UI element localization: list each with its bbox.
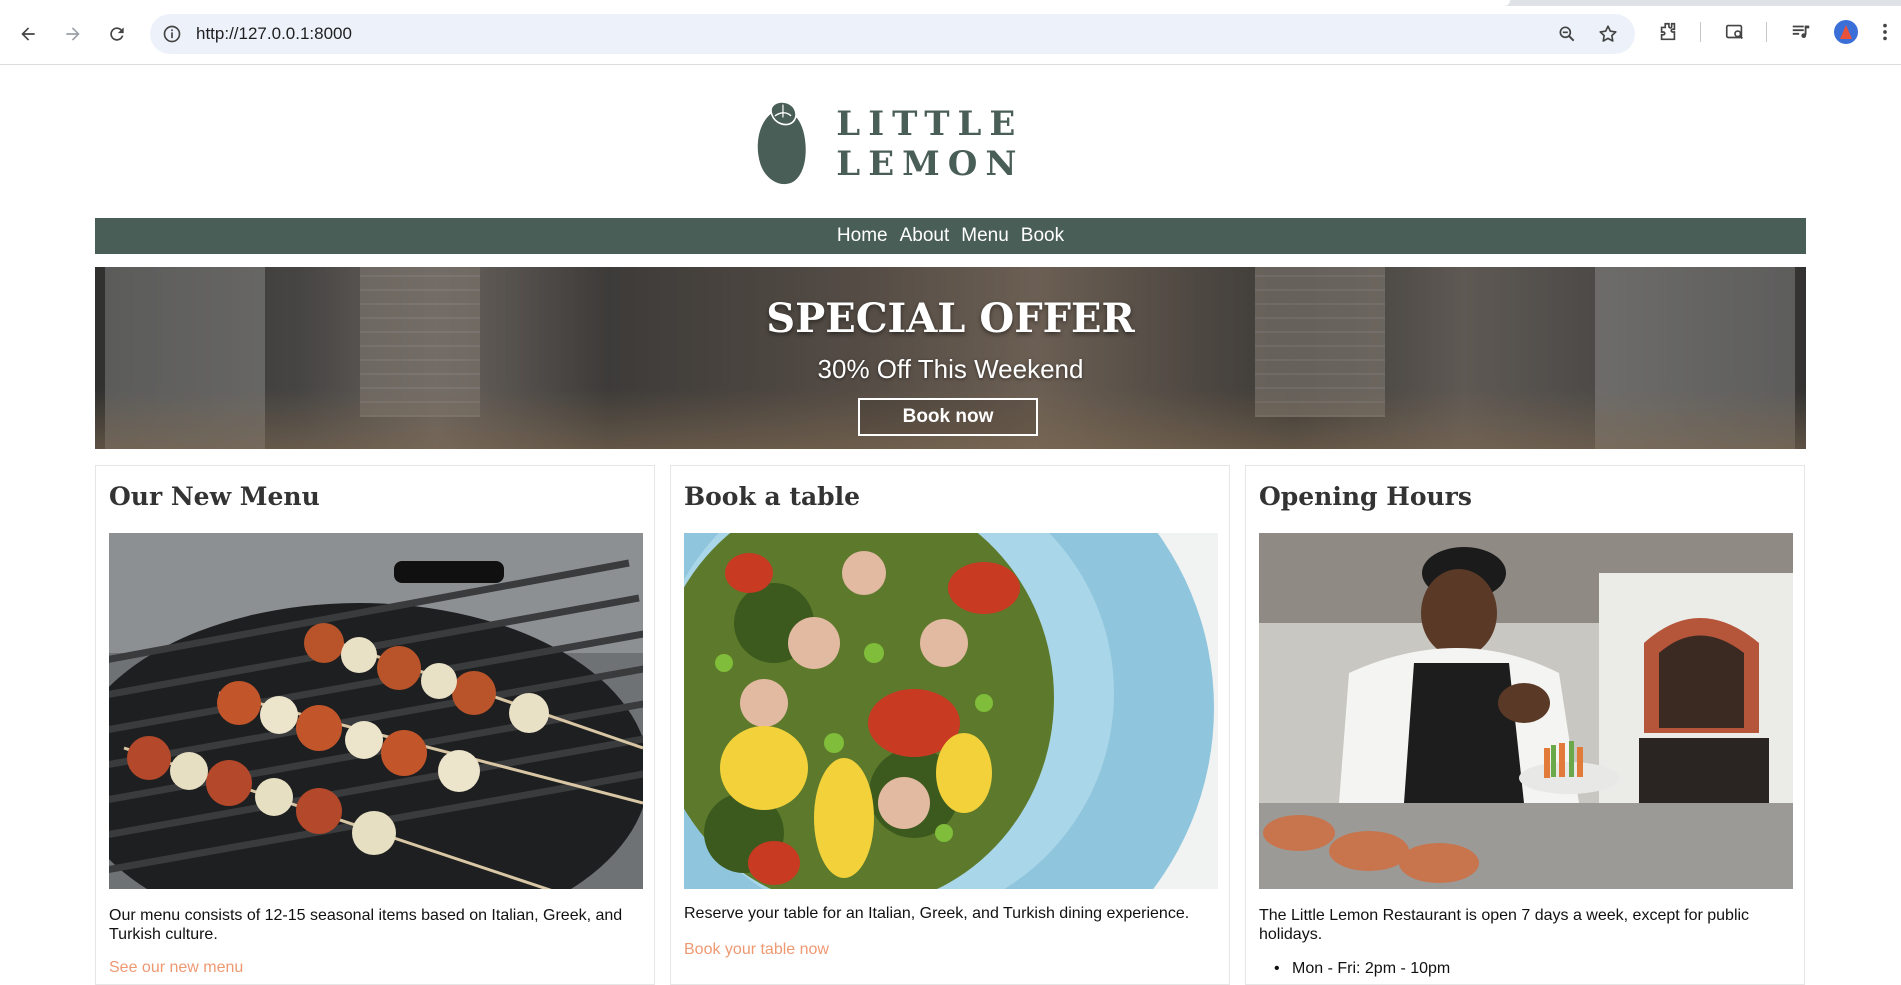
nav-book[interactable]: Book — [1021, 225, 1064, 247]
site-info-icon[interactable] — [162, 24, 182, 44]
card-description: Our menu consists of 12-15 seasonal item… — [109, 907, 623, 943]
web-page: LITTLE LEMON Home About Menu Book SPECIA… — [0, 65, 1901, 985]
lemon-logo-icon — [757, 101, 806, 185]
card-description: The Little Lemon Restaurant is open 7 da… — [1259, 907, 1750, 943]
url-text[interactable]: http://127.0.0.1:8000 — [196, 24, 352, 44]
card-description: Reserve your table for an Italian, Greek… — [684, 905, 1190, 922]
menu-button[interactable] — [1872, 19, 1898, 45]
forward-arrow-icon — [66, 27, 80, 41]
hours-item: Mon - Fri: 2pm - 10pm — [1274, 960, 1450, 978]
card-title: Opening Hours — [1259, 482, 1472, 511]
card-book-table: Book a table Reserve your table for an I… — [670, 465, 1230, 985]
nav-home[interactable]: Home — [837, 225, 888, 247]
nav-menu[interactable]: Menu — [961, 225, 1009, 247]
back-button[interactable] — [12, 18, 44, 50]
kebab-grill-image — [109, 533, 643, 889]
profile-button[interactable] — [1833, 19, 1859, 45]
puzzle-icon — [1660, 22, 1676, 41]
see-menu-link[interactable]: See our new menu — [109, 959, 243, 977]
extensions-button[interactable] — [1655, 19, 1681, 45]
special-offer-banner: SPECIAL OFFER 30% Off This Weekend Book … — [95, 267, 1806, 449]
bookmark-star-icon[interactable] — [1597, 23, 1619, 45]
tab-search-button[interactable] — [1722, 19, 1748, 45]
toolbar-divider — [1766, 22, 1767, 42]
book-table-link[interactable]: Book your table now — [684, 941, 829, 959]
kebab-menu-icon — [1883, 23, 1887, 41]
browser-toolbar: http://127.0.0.1:8000 — [0, 0, 1901, 65]
chef-kitchen-image — [1259, 533, 1793, 889]
toolbar-divider — [1700, 22, 1701, 42]
reload-icon — [110, 27, 124, 41]
main-navigation: Home About Menu Book — [95, 218, 1806, 254]
site-logo[interactable]: LITTLE LEMON — [754, 89, 1154, 199]
card-title: Book a table — [684, 482, 861, 511]
address-bar[interactable]: http://127.0.0.1:8000 — [150, 14, 1635, 54]
queue-music-icon — [1792, 25, 1810, 39]
chef-photo — [1259, 533, 1793, 889]
active-tab[interactable] — [0, 0, 1510, 6]
card-opening-hours: Opening Hours The Little Lemon Restauran… — [1245, 465, 1805, 985]
tab-search-icon — [1725, 24, 1743, 40]
kebab-photo — [109, 533, 643, 889]
profile-avatar-icon — [1834, 20, 1858, 44]
banner-subtitle: 30% Off This Weekend — [817, 354, 1084, 384]
card-new-menu: Our New Menu Our menu consists of 12-15 … — [95, 465, 655, 985]
salad-plate-image — [684, 533, 1218, 889]
back-arrow-icon — [21, 27, 35, 41]
book-now-button[interactable]: Book now — [858, 398, 1038, 436]
brand-wordmark: LITTLE LEMON — [836, 104, 1025, 184]
nav-about[interactable]: About — [900, 225, 950, 247]
media-controls-button[interactable] — [1788, 19, 1814, 45]
salad-photo — [684, 533, 1218, 889]
tab-strip — [0, 0, 1901, 6]
banner-title: SPECIAL OFFER — [766, 295, 1135, 342]
card-title: Our New Menu — [109, 482, 320, 511]
reload-button[interactable] — [101, 18, 133, 50]
forward-button[interactable] — [57, 18, 89, 50]
zoom-icon[interactable] — [1557, 24, 1577, 44]
